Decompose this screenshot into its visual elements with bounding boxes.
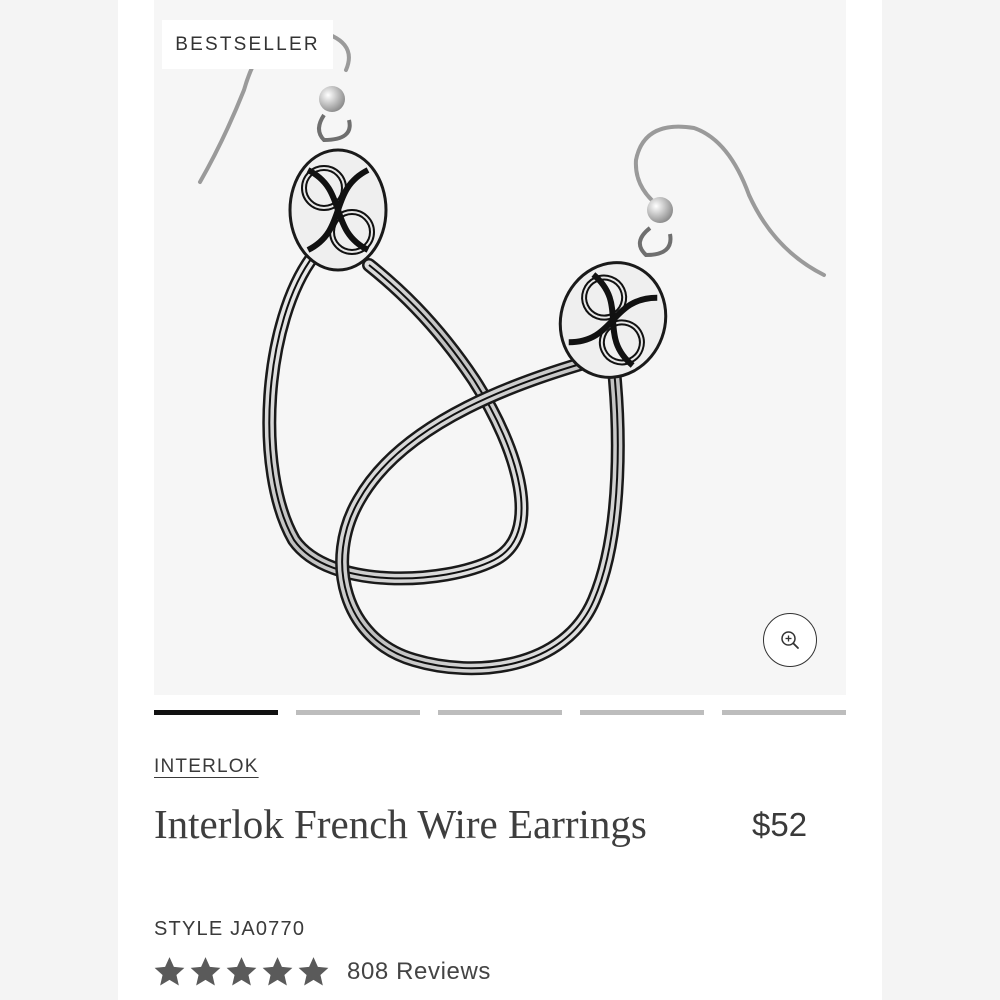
- style-number: STYLE JA0770: [154, 918, 306, 940]
- collection-link[interactable]: INTERLOK: [154, 756, 259, 778]
- star-icon: [190, 957, 221, 986]
- product-image-gallery[interactable]: [154, 0, 846, 695]
- reviews-link[interactable]: 808 Reviews: [347, 958, 491, 986]
- star-icon: [298, 957, 329, 986]
- gallery-pagination: [154, 710, 846, 716]
- gallery-page-2[interactable]: [296, 710, 420, 715]
- gallery-page-3[interactable]: [438, 710, 562, 715]
- zoom-button[interactable]: [763, 613, 817, 667]
- star-icon: [262, 957, 293, 986]
- zoom-in-icon: [781, 631, 799, 649]
- product-title: Interlok French Wire Earrings: [154, 801, 647, 847]
- gallery-page-1[interactable]: [154, 710, 278, 715]
- bestseller-badge: BESTSELLER: [162, 20, 333, 69]
- star-icon: [226, 957, 257, 986]
- gallery-page-5[interactable]: [722, 710, 846, 715]
- rating-summary[interactable]: 808 Reviews: [152, 955, 491, 989]
- star-rating: [152, 955, 331, 989]
- earrings-image: [198, 26, 826, 676]
- star-icon: [154, 957, 185, 986]
- gallery-page-4[interactable]: [580, 710, 704, 715]
- product-price: $52: [752, 806, 808, 843]
